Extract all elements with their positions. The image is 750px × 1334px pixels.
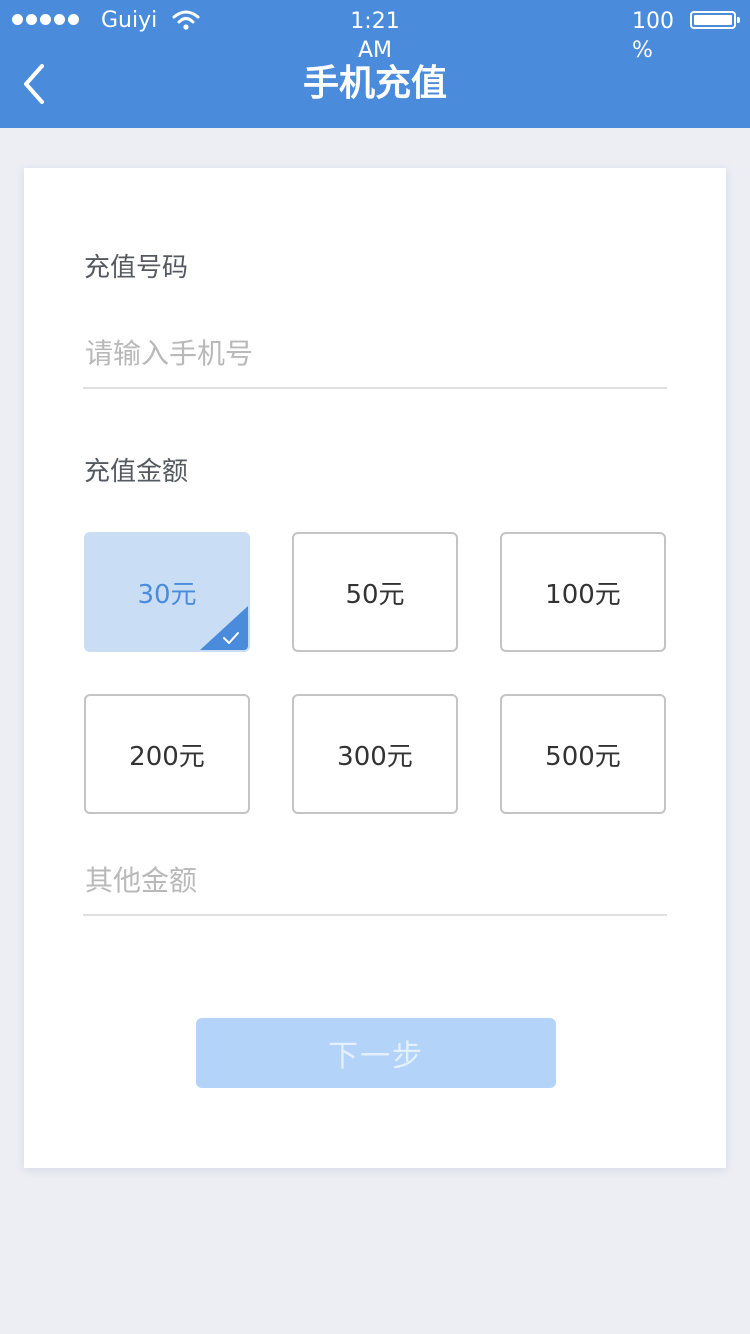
- battery-icon: [690, 11, 740, 29]
- amount-option-label: 30元: [137, 579, 197, 610]
- checkmark-icon: [200, 606, 248, 650]
- signal-strength-icon: [12, 14, 79, 25]
- recharge-form-card: 充值号码 充值金额 30元 50元 100元 200元 300元 500元 下一…: [24, 168, 726, 1168]
- status-bar: Guiyi 1:21 AM 100 %: [0, 0, 750, 63]
- amount-option-label: 500元: [545, 741, 621, 772]
- wifi-icon: [172, 10, 200, 30]
- amount-option-500[interactable]: 500元: [500, 694, 666, 814]
- amount-option-label: 50元: [345, 579, 405, 610]
- carrier-name: Guiyi: [101, 8, 158, 33]
- other-amount-input[interactable]: [83, 846, 667, 916]
- amount-option-50[interactable]: 50元: [292, 532, 458, 652]
- amount-option-100[interactable]: 100元: [500, 532, 666, 652]
- page-title: 手机充值: [302, 63, 447, 104]
- amount-option-label: 100元: [545, 579, 621, 610]
- phone-number-label: 充值号码: [84, 253, 189, 283]
- navigation-bar: Guiyi 1:21 AM 100 % 手机充值: [0, 0, 750, 128]
- amount-option-label: 300元: [337, 741, 413, 772]
- next-step-button[interactable]: 下一步: [196, 1018, 556, 1088]
- phone-number-input[interactable]: [83, 319, 667, 389]
- amount-option-300[interactable]: 300元: [292, 694, 458, 814]
- amount-option-label: 200元: [129, 741, 205, 772]
- amount-label: 充值金额: [84, 457, 189, 487]
- status-time: 1:21 AM: [350, 9, 400, 63]
- amount-option-200[interactable]: 200元: [84, 694, 250, 814]
- amount-option-30[interactable]: 30元: [84, 532, 250, 652]
